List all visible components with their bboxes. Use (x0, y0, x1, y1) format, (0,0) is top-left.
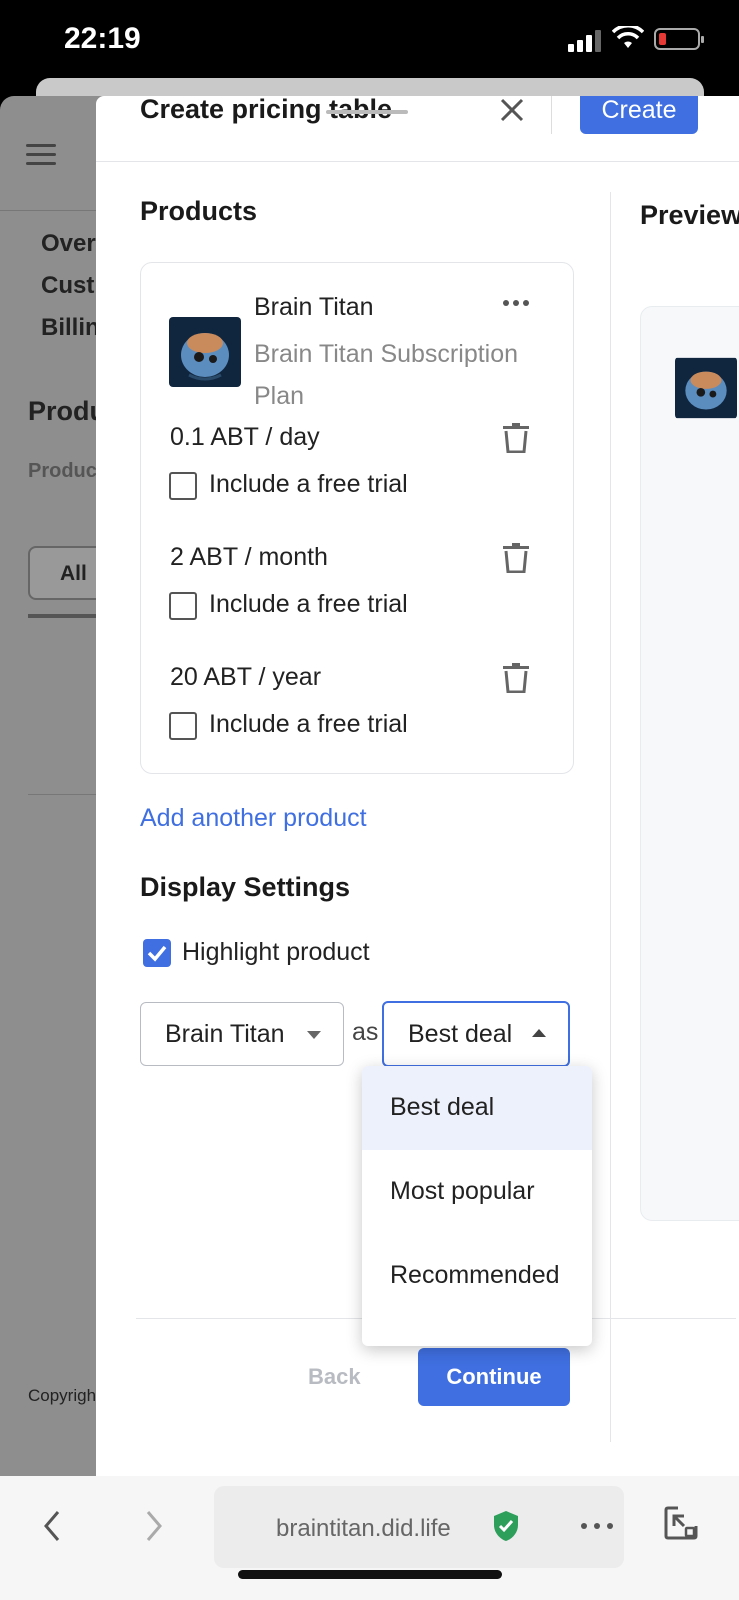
price-label: 20 ABT / year (170, 663, 322, 691)
highlight-product-checkbox[interactable] (143, 939, 171, 967)
as-label: as (352, 1018, 379, 1046)
highlight-type-dropdown: Best deal Most popular Recommended (362, 1066, 592, 1346)
continue-button[interactable]: Continue (418, 1348, 570, 1406)
free-trial-label: Include a free trial (209, 470, 408, 498)
highlight-product-label: Highlight product (182, 938, 370, 966)
product-name: Brain Titan (254, 293, 374, 321)
forward-arrow-icon[interactable] (142, 1506, 166, 1546)
trash-icon[interactable] (503, 423, 529, 453)
url-text: braintitan.did.life (276, 1515, 451, 1542)
more-options-icon[interactable] (501, 297, 531, 309)
product-card: Brain Titan Brain Titan Subscription Pla… (140, 262, 574, 774)
highlight-type-value: Best deal (408, 1020, 513, 1048)
display-settings-title: Display Settings (140, 872, 351, 902)
create-button[interactable]: Create (580, 96, 698, 134)
price-label: 0.1 ABT / day (170, 423, 320, 451)
exit-fullscreen-icon[interactable] (664, 1506, 698, 1540)
product-image (675, 357, 737, 419)
home-indicator (238, 1570, 502, 1579)
cellular-signal-icon (568, 30, 601, 52)
dropdown-option-recommended[interactable]: Recommended (362, 1234, 592, 1318)
product-description: Brain Titan Subscription Plan (254, 340, 519, 410)
close-icon[interactable] (498, 96, 526, 124)
address-bar[interactable]: braintitan.did.life (214, 1486, 624, 1568)
highlight-product-select[interactable]: Brain Titan (140, 1002, 344, 1066)
free-trial-checkbox[interactable] (169, 472, 197, 500)
more-icon[interactable] (580, 1522, 614, 1530)
copyright-text: Copyrigh (28, 1386, 97, 1405)
nav-item-customers[interactable]: Cust (41, 272, 94, 300)
dropdown-option-best-deal[interactable]: Best deal (362, 1066, 592, 1150)
create-pricing-table-modal: Create pricing table Create Preview Prod… (96, 96, 739, 1476)
wifi-icon (612, 26, 644, 48)
products-section-title: Products (140, 196, 258, 226)
modal-header: Create pricing table Create (96, 96, 739, 162)
free-trial-checkbox[interactable] (169, 592, 197, 620)
nav-item-billing[interactable]: Billin (41, 314, 100, 342)
menu-icon[interactable] (26, 144, 56, 171)
nav-item-overview[interactable]: Over (41, 230, 96, 258)
secure-shield-icon (494, 1511, 518, 1541)
free-trial-label: Include a free trial (209, 710, 408, 738)
battery-icon (654, 28, 704, 50)
free-trial-label: Include a free trial (209, 590, 408, 618)
dropdown-option-most-popular[interactable]: Most popular (362, 1150, 592, 1234)
product-image (169, 317, 241, 387)
back-arrow-icon[interactable] (40, 1506, 64, 1546)
preview-card (640, 306, 739, 1221)
chevron-up-icon (532, 1029, 546, 1037)
page-title: Produ (28, 396, 106, 426)
free-trial-checkbox[interactable] (169, 712, 197, 740)
back-button[interactable]: Back (308, 1364, 361, 1390)
status-time: 22:19 (64, 22, 141, 55)
drag-handle[interactable] (326, 110, 408, 114)
highlight-type-select[interactable]: Best deal (382, 1001, 570, 1067)
browser-toolbar: braintitan.did.life (0, 1476, 739, 1600)
price-label: 2 ABT / month (170, 543, 328, 571)
trash-icon[interactable] (503, 663, 529, 693)
page-subtitle: Produc (28, 460, 97, 482)
highlight-product-value: Brain Titan (165, 1020, 285, 1048)
add-product-link[interactable]: Add another product (140, 804, 367, 833)
column-divider (610, 192, 611, 1442)
chevron-down-icon (307, 1031, 321, 1039)
trash-icon[interactable] (503, 543, 529, 573)
preview-title: Preview (640, 200, 739, 230)
